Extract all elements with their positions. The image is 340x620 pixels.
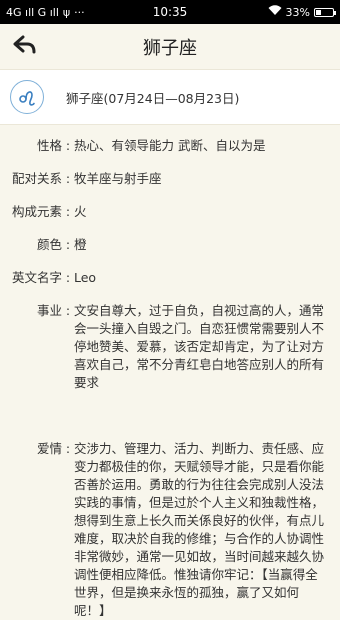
field-value: 文安自尊大，过于自负，自视过高的人，通常会一头撞入自毁之门。自恋狂惯常需要别人不… <box>74 303 325 390</box>
zodiac-date-range: 狮子座(07月24日—08月23日) <box>66 90 240 106</box>
detail-list: 性格: 热心、有领导能力 武断、自以为是 配对关系: 牧羊座与射手座 构成元素:… <box>0 125 340 620</box>
field-personality: 性格: 热心、有领导能力 武断、自以为是 <box>0 137 340 155</box>
field-label: 事业 <box>36 303 62 318</box>
status-bar: 4G ıll G ıll ψ ··· 10:35 33% <box>0 0 340 24</box>
status-left: 4G ıll G ıll ψ ··· <box>6 6 85 19</box>
field-love: 爱情: 交涉力、管理力、活力、判断力、责任感、应变力都极佳的你，天赋领导才能，只… <box>0 440 340 620</box>
field-match: 配对关系: 牧羊座与射手座 <box>0 170 340 188</box>
field-color: 颜色: 橙 <box>0 236 340 254</box>
field-value: Leo <box>74 270 97 285</box>
field-english-name: 英文名字: Leo <box>0 269 340 287</box>
field-label: 配对关系 <box>11 171 62 186</box>
page-title: 狮子座 <box>143 37 197 59</box>
wifi-icon <box>268 5 282 19</box>
field-label: 性格 <box>36 138 62 153</box>
field-label: 构成元素 <box>11 204 62 219</box>
field-career: 事业: 文安自尊大，过于自负，自视过高的人，通常会一头撞入自毁之门。自恋狂惯常需… <box>0 302 340 392</box>
field-value: 牧羊座与射手座 <box>74 171 162 186</box>
back-arrow-icon <box>13 35 37 59</box>
network-indicator: 4G ıll G ıll <box>6 5 59 19</box>
field-value: 橙 <box>74 237 87 252</box>
field-value: 交涉力、管理力、活力、判断力、责任感、应变力都极佳的你，天赋领导才能，只是看你能… <box>74 441 325 618</box>
field-label: 英文名字 <box>11 270 62 285</box>
battery-icon <box>314 7 336 17</box>
field-label: 颜色 <box>36 237 62 252</box>
notification-dots: ··· <box>74 5 85 19</box>
zodiac-info-row: 狮子座(07月24日—08月23日) <box>0 69 340 125</box>
field-label: 爱情 <box>36 441 62 456</box>
field-element: 构成元素: 火 <box>0 203 340 221</box>
back-button[interactable] <box>10 32 40 62</box>
app-header: 狮子座 <box>0 24 340 69</box>
status-right: 33% <box>268 5 336 19</box>
field-value: 热心、有领导能力 武断、自以为是 <box>74 138 266 153</box>
leo-icon <box>10 80 44 114</box>
battery-percent: 33% <box>285 5 310 19</box>
field-value: 火 <box>74 204 87 219</box>
usb-icon: ψ <box>62 5 71 19</box>
